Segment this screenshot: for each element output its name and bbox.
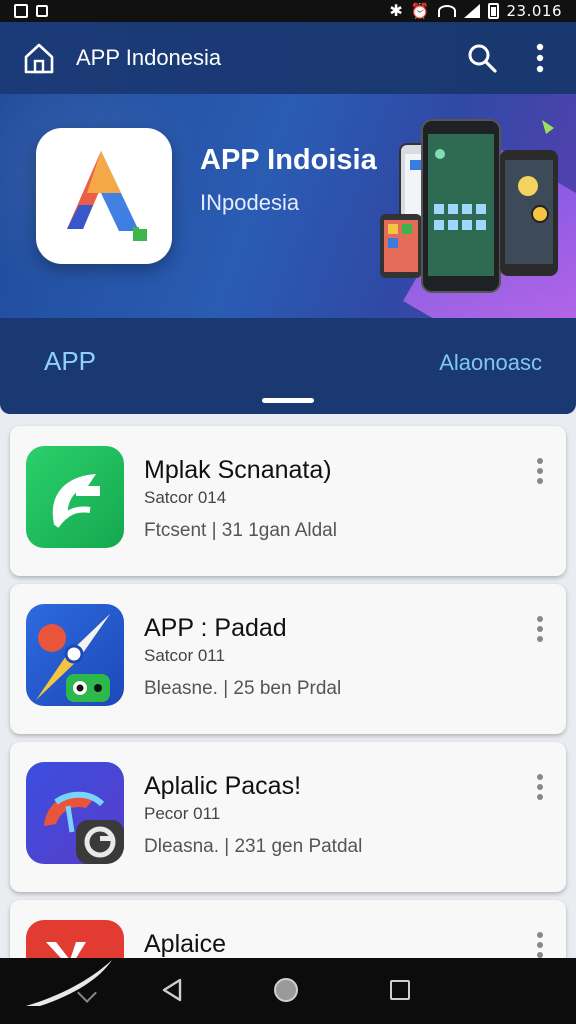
app-title: Aplaice xyxy=(144,930,226,958)
app-title: APP : Padad xyxy=(144,614,287,642)
app-title: Mplak Scnanata) xyxy=(144,456,332,484)
featured-banner[interactable]: APP Indoisia INpodesia xyxy=(0,94,576,318)
app-card-2[interactable]: APP : Padad Satcor 011 Bleasne. | 25 ben… xyxy=(10,584,566,734)
card-menu-icon[interactable] xyxy=(536,932,544,960)
gallery-notification-icon xyxy=(36,5,48,17)
app-card-3[interactable]: Aplalic Pacas! Pecor 011 Dleasna. | 231 … xyxy=(10,742,566,892)
card-menu-icon[interactable] xyxy=(536,774,544,802)
compass-app-icon xyxy=(26,604,124,706)
navigation-bar xyxy=(0,958,576,1024)
app-subtitle: Satcor 011 xyxy=(144,646,225,665)
app-subtitle: Pecor 011 xyxy=(144,804,221,823)
alarm-icon: ⏰ xyxy=(410,3,430,20)
tab-indicator xyxy=(262,398,314,403)
wifi-icon xyxy=(437,5,456,17)
leaf-app-icon xyxy=(26,446,124,548)
recent-apps-icon[interactable] xyxy=(390,980,410,1000)
status-left-icons xyxy=(14,4,48,18)
back-icon[interactable] xyxy=(160,978,184,1002)
app-meta: Bleasne. | 25 ben Prdal xyxy=(144,678,342,699)
tab-alaonoasc[interactable]: Alaonoasc xyxy=(439,350,542,376)
app-title: APP Indonesia xyxy=(76,45,222,70)
banner-subtitle: INpodesia xyxy=(200,190,300,215)
app-subtitle: Satcor 014 xyxy=(144,488,227,507)
app-meta: Dleasna. | 231 gen Patdal xyxy=(144,836,363,857)
home-icon[interactable] xyxy=(22,41,56,75)
battery-icon xyxy=(487,3,499,19)
app-bar: APP Indonesia xyxy=(0,22,576,94)
image-notification-icon xyxy=(14,4,28,18)
bird-app-icon xyxy=(26,762,124,864)
card-menu-icon[interactable] xyxy=(536,458,544,486)
app-meta: Ftcsent | 31 1gan Aldal xyxy=(144,520,337,541)
app-title: Aplalic Pacas! xyxy=(144,772,302,800)
banner-title: APP Indoisia xyxy=(200,144,377,176)
status-time: 23.016 xyxy=(506,2,562,20)
app-card-1[interactable]: Mplak Scnanata) Satcor 014 Ftcsent | 31 … xyxy=(10,426,566,576)
home-nav-icon[interactable] xyxy=(274,978,298,1002)
signal-icon xyxy=(463,4,480,18)
nfc-icon: ✱ xyxy=(389,3,403,20)
app-logo-icon xyxy=(36,128,172,264)
tab-header: APP Alaonoasc xyxy=(0,318,576,414)
phones-illustration-icon xyxy=(380,119,558,293)
card-menu-icon[interactable] xyxy=(536,616,544,644)
swoosh-decoration-icon xyxy=(26,960,112,1006)
tab-app[interactable]: APP xyxy=(44,346,96,377)
status-right-icons: ✱ ⏰ 23.016 xyxy=(389,1,562,21)
search-icon[interactable] xyxy=(466,42,498,74)
status-bar: ✱ ⏰ 23.016 xyxy=(0,0,576,22)
more-options-icon[interactable] xyxy=(536,43,544,73)
